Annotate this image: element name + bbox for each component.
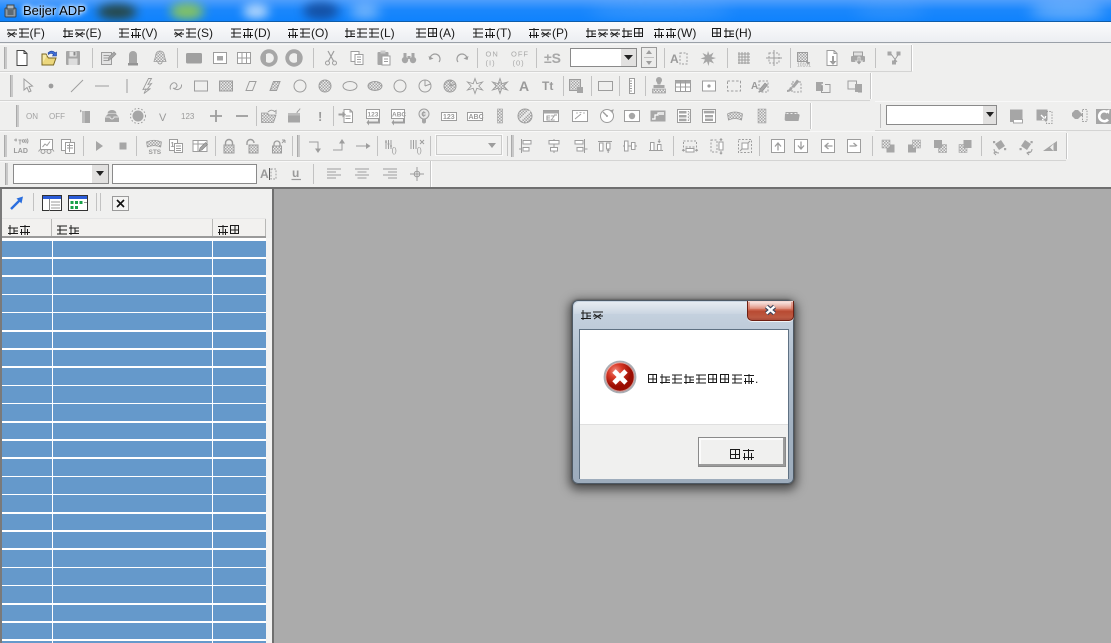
- svg-text:!: !: [318, 109, 322, 124]
- svg-text:ABC: ABC: [469, 114, 484, 121]
- svg-text:OFF: OFF: [511, 49, 529, 58]
- svg-text:123: 123: [368, 111, 379, 118]
- svg-text:A: A: [670, 52, 679, 66]
- svg-text:123: 123: [443, 114, 455, 121]
- svg-text:(): (): [392, 146, 398, 155]
- svg-text:OFF: OFF: [49, 112, 65, 121]
- svg-text:A: A: [751, 81, 758, 92]
- svg-text:1: 1: [171, 142, 175, 149]
- svg-text:ON: ON: [486, 49, 499, 58]
- svg-text:A: A: [519, 78, 529, 94]
- svg-text:(I): (I): [486, 58, 496, 67]
- svg-text:V: V: [159, 112, 167, 124]
- svg-text:123: 123: [181, 112, 195, 121]
- svg-text:ABC: ABC: [392, 111, 406, 118]
- svg-text:Tt: Tt: [542, 79, 553, 93]
- svg-text:(0): (0): [513, 58, 525, 67]
- svg-text:¢: ¢: [422, 110, 427, 119]
- svg-text:10101: 10101: [797, 62, 811, 68]
- svg-text:EZ: EZ: [546, 115, 556, 122]
- svg-text:A: A: [260, 167, 269, 181]
- svg-text:LAD: LAD: [14, 148, 28, 155]
- svg-text:ON: ON: [26, 112, 38, 121]
- svg-text:±S: ±S: [544, 50, 561, 66]
- svg-text:STS: STS: [149, 149, 162, 156]
- svg-text:u: u: [292, 166, 299, 180]
- svg-text:(): (): [417, 146, 423, 155]
